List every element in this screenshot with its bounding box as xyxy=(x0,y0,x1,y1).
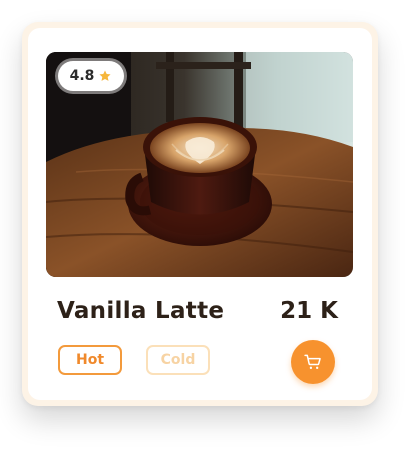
rating-value: 4.8 xyxy=(69,68,95,84)
product-card-stage: 4.8 Vanilla Latte 21 K Hot Cold xyxy=(0,0,419,449)
product-name: Vanilla Latte xyxy=(57,298,225,324)
star-icon xyxy=(99,70,111,81)
option-cold-button[interactable]: Cold xyxy=(146,345,210,375)
rating-badge: 4.8 xyxy=(58,61,124,91)
product-price: 21 K xyxy=(280,298,338,324)
option-hot-button[interactable]: Hot xyxy=(58,345,122,375)
shopping-cart-icon xyxy=(304,354,321,369)
add-to-cart-button[interactable] xyxy=(291,340,335,384)
